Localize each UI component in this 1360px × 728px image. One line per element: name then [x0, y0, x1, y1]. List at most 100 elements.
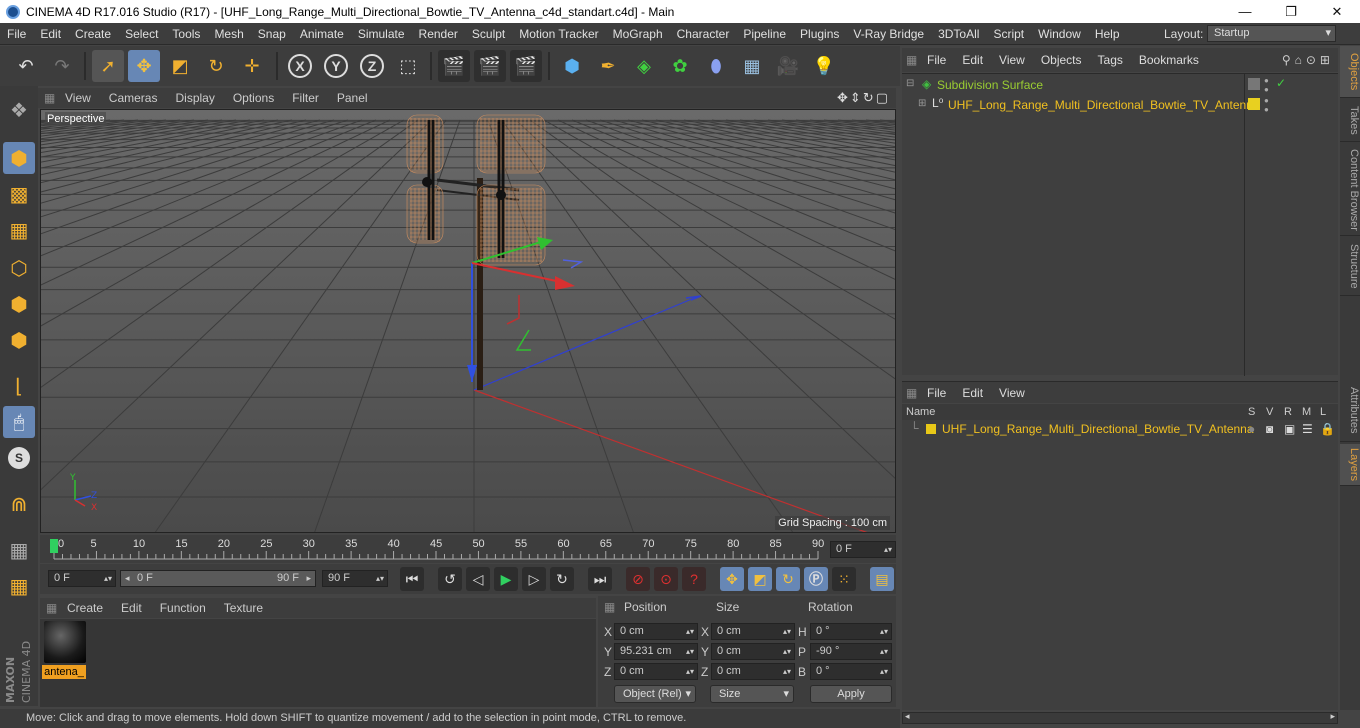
menu-create[interactable]: Create — [68, 23, 118, 45]
objects-menu-tags[interactable]: Tags — [1090, 53, 1131, 67]
tab-attributes[interactable]: Attributes — [1340, 380, 1360, 442]
tab-objects[interactable]: Objects — [1340, 46, 1360, 98]
solo-column[interactable]: S — [1248, 406, 1255, 418]
collapse-icon[interactable]: ⊟ — [906, 78, 914, 89]
end-frame-field[interactable]: 90 F ▴▾ — [322, 570, 388, 587]
cube-object-button[interactable]: ⬢ — [556, 50, 588, 82]
position-z-field[interactable]: 0 cm ▴▾ — [614, 663, 698, 680]
objects-menu-bookmarks[interactable]: Bookmarks — [1131, 53, 1207, 67]
render-to-picture-viewer-button[interactable]: 🎬 — [474, 50, 506, 82]
tab-takes[interactable]: Takes — [1340, 100, 1360, 142]
layers-menu-edit[interactable]: Edit — [954, 386, 991, 400]
polygons-mode-button[interactable]: ⬢ — [3, 324, 35, 356]
menu-render[interactable]: Render — [412, 23, 465, 45]
objects-menu-file[interactable]: File — [919, 53, 954, 67]
x-axis-lock-button[interactable]: X — [284, 50, 316, 82]
frame-range-slider[interactable]: ◂ 0 F 90 F ▸ — [120, 570, 316, 587]
workplane-mode-button[interactable]: ▦ — [3, 214, 35, 246]
keyframe-selection-button[interactable]: ? — [682, 567, 706, 591]
menu-plugins[interactable]: Plugins — [793, 23, 846, 45]
menu-help[interactable]: Help — [1088, 23, 1127, 45]
live-selection-button[interactable]: ➚ — [92, 50, 124, 82]
position-key-button[interactable]: ✥ — [720, 567, 744, 591]
expand-icon[interactable]: ⊞ — [918, 98, 926, 109]
menu-mograph[interactable]: MoGraph — [606, 23, 670, 45]
previous-key-button[interactable]: ↺ — [438, 567, 462, 591]
snap-button[interactable]: S — [3, 442, 35, 474]
tab-structure[interactable]: Structure — [1340, 238, 1360, 296]
layers-menu-file[interactable]: File — [919, 386, 954, 400]
undo-button[interactable]: ↶ — [10, 50, 42, 82]
coordinate-system-button[interactable]: ⬚ — [392, 50, 424, 82]
viewport-menu-display[interactable]: Display — [166, 91, 223, 105]
minimize-button[interactable]: — — [1222, 0, 1268, 23]
play-button[interactable]: ▶ — [494, 567, 518, 591]
cloner-button[interactable]: ✿ — [664, 50, 696, 82]
current-frame-field[interactable]: 0 F ▴▾ — [830, 541, 896, 558]
rotate-tool-button[interactable]: ↻ — [200, 50, 232, 82]
axis-mode-button[interactable]: ⌊ — [3, 370, 35, 402]
rotation-b-field[interactable]: 0 ° ▴▾ — [810, 663, 892, 680]
z-axis-lock-button[interactable]: Z — [356, 50, 388, 82]
edges-mode-button[interactable]: ⬢ — [3, 288, 35, 320]
menu-animate[interactable]: Animate — [293, 23, 351, 45]
visibility-dots-icon[interactable]: ● ● — [1264, 76, 1269, 94]
pen-spline-button[interactable]: ✒ — [592, 50, 624, 82]
next-frame-button[interactable]: ▷ — [522, 567, 546, 591]
magnet-button[interactable]: ⋒ — [3, 488, 35, 520]
menu-pipeline[interactable]: Pipeline — [736, 23, 793, 45]
subdivision-surface-button[interactable]: ◈ — [628, 50, 660, 82]
render-column[interactable]: R — [1284, 406, 1292, 418]
close-button[interactable]: ✕ — [1314, 0, 1360, 23]
layer-color-icon[interactable] — [1248, 98, 1260, 110]
layer-name-column[interactable]: Name — [906, 406, 935, 418]
object-row-antenna[interactable]: ⊞ L⁰ UHF_Long_Range_Multi_Directional_Bo… — [902, 96, 1338, 114]
viewport-menu-view[interactable]: View — [56, 91, 100, 105]
timeline-ruler[interactable]: 0 5 10 15 20 25 30 35 40 45 50 55 60 65 70 75 80 85 90 0 F… — [40, 535, 896, 563]
view-column[interactable]: V — [1266, 406, 1273, 418]
layout-dropdown[interactable]: Startup ▾ — [1207, 25, 1336, 42]
menu-select[interactable]: Select — [118, 23, 165, 45]
point-level-key-button[interactable]: ⁙ — [832, 567, 856, 591]
previous-frame-button[interactable]: ◁ — [466, 567, 490, 591]
objects-menu-objects[interactable]: Objects — [1033, 53, 1090, 67]
material-menu-edit[interactable]: Edit — [112, 601, 151, 615]
next-key-button[interactable]: ↻ — [550, 567, 574, 591]
record-button[interactable]: ⊘ — [626, 567, 650, 591]
tab-content-browser[interactable]: Content Browser — [1340, 144, 1360, 236]
planar-workplane-button[interactable]: ▦ — [3, 570, 35, 602]
viewport-menu-cameras[interactable]: Cameras — [100, 91, 167, 105]
coordinate-mode-dropdown[interactable]: Object (Rel) ▾ — [614, 685, 696, 703]
rotation-h-field[interactable]: 0 ° ▴▾ — [810, 623, 892, 640]
scale-key-button[interactable]: ◩ — [748, 567, 772, 591]
deformer-button[interactable]: ⬮ — [700, 50, 732, 82]
object-row-subdivision-surface[interactable]: ⊟ ◈ Subdivision Surface ● ● ✓ — [902, 76, 1338, 94]
menu-snap[interactable]: Snap — [251, 23, 293, 45]
3d-viewport[interactable]: Y Z X Perspective Grid Spacing : 100 cm — [40, 109, 896, 533]
light-button[interactable]: 💡 — [808, 50, 840, 82]
material-name[interactable]: antena_ — [42, 665, 86, 679]
layers-menu-view[interactable]: View — [991, 386, 1033, 400]
material-menu-texture[interactable]: Texture — [215, 601, 272, 615]
menu-edit[interactable]: Edit — [33, 23, 68, 45]
autokey-button[interactable]: ⊙ — [654, 567, 678, 591]
tab-layers[interactable]: Layers — [1340, 444, 1360, 486]
eye-icon[interactable]: ◙ — [1266, 422, 1273, 436]
menu-simulate[interactable]: Simulate — [351, 23, 412, 45]
menu-mesh[interactable]: Mesh — [207, 23, 250, 45]
redo-button[interactable]: ↷ — [46, 50, 78, 82]
size-z-field[interactable]: 0 cm ▴▾ — [711, 663, 795, 680]
make-editable-button[interactable]: ❖ — [3, 94, 35, 126]
enabled-check-icon[interactable]: ✓ — [1276, 76, 1286, 90]
position-x-field[interactable]: 0 cm ▴▾ — [614, 623, 698, 640]
points-mode-button[interactable]: ⬡ — [3, 252, 35, 284]
render-settings-button[interactable]: 🎬 — [510, 50, 542, 82]
apply-button[interactable]: Apply — [810, 685, 892, 703]
menu-file[interactable]: File — [0, 23, 33, 45]
start-frame-field[interactable]: 0 F ▴▾ — [48, 570, 116, 587]
viewport-menu-options[interactable]: Options — [224, 91, 283, 105]
layer-color-icon[interactable] — [926, 424, 936, 434]
menu-tools[interactable]: Tools — [165, 23, 207, 45]
objects-menu-view[interactable]: View — [991, 53, 1033, 67]
texture-mode-button[interactable]: ▩ — [3, 178, 35, 210]
